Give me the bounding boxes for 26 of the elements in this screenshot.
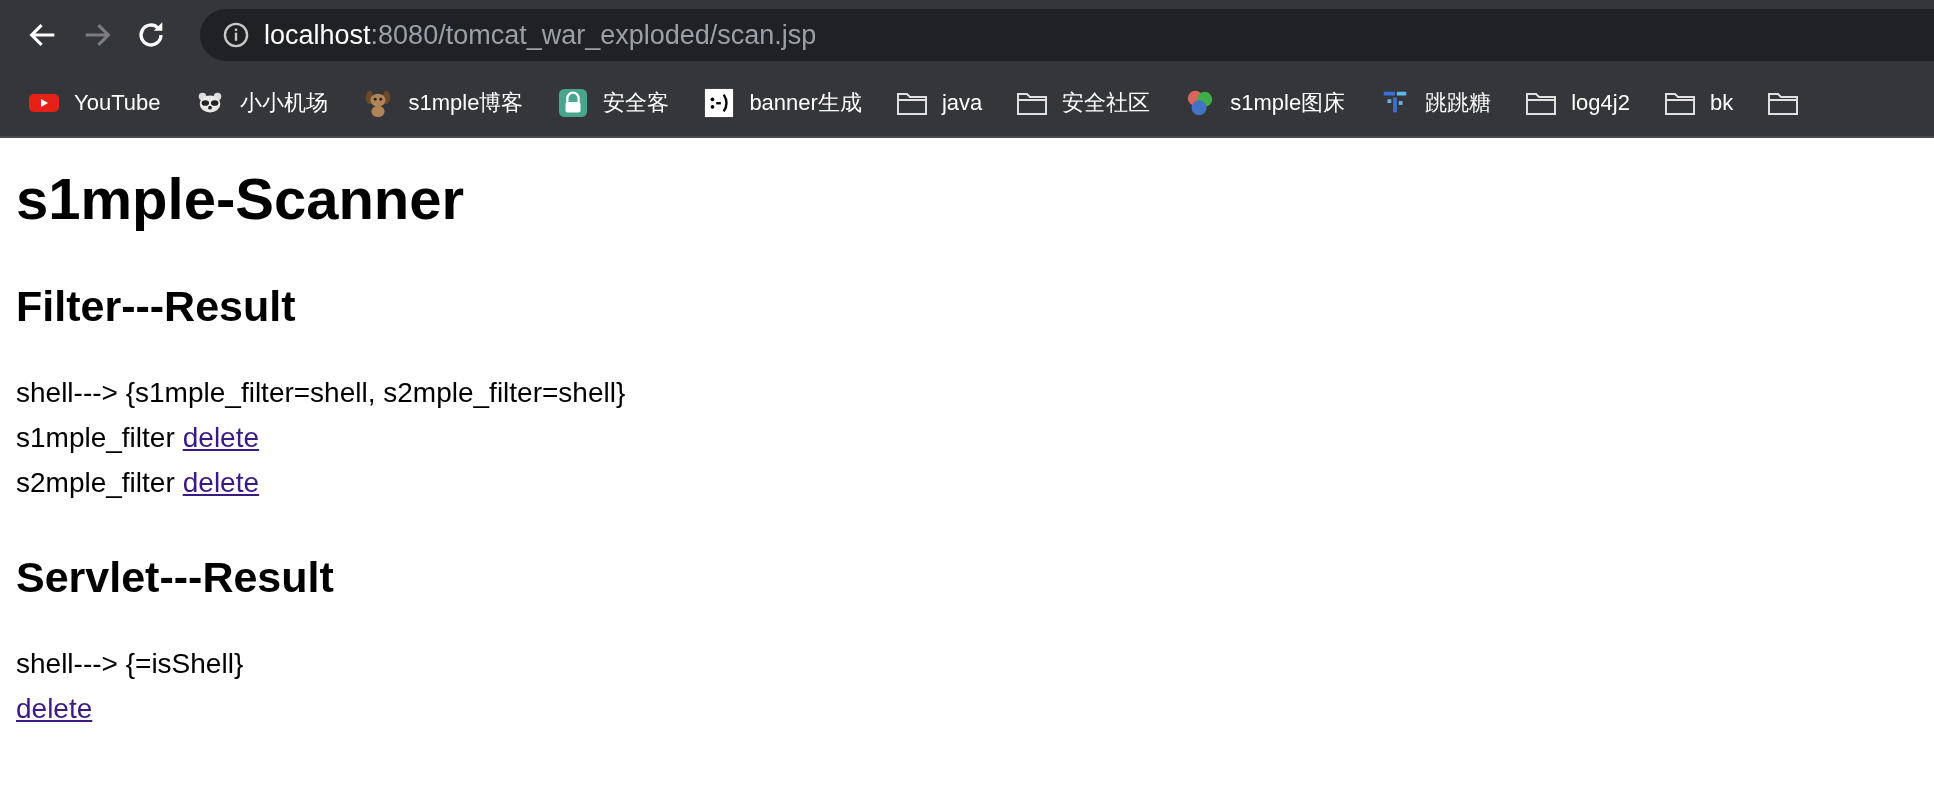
url-text: localhost:8080/tomcat_war_exploded/scan.jsp	[264, 19, 817, 51]
delete-link[interactable]: delete	[16, 686, 93, 731]
section-heading: Servlet---Result	[16, 552, 335, 603]
result-text: s1mple_filter	[16, 421, 175, 455]
page-title: s1mple-Scanner	[16, 165, 466, 233]
bookmark-label[interactable]: banner生成	[749, 88, 862, 118]
bookmark-label[interactable]: 跳跳糖	[1425, 88, 1492, 118]
delete-link[interactable]: delete	[182, 415, 260, 460]
bookmark-label[interactable]: 小小机场	[240, 88, 329, 118]
result-text: s2mple_filter	[16, 466, 175, 500]
bookmark-label[interactable]: log4j2	[1571, 90, 1630, 116]
lock-icon[interactable]	[557, 88, 590, 118]
bookmark-label[interactable]: bk	[1709, 90, 1734, 116]
bookmark-label[interactable]: 安全社区	[1062, 88, 1151, 118]
bookmark-label[interactable]: YouTube	[74, 90, 161, 116]
bookmark-label[interactable]: java	[941, 90, 983, 116]
delete-link[interactable]: delete	[182, 460, 260, 505]
address-bar[interactable]: localhost:8080/tomcat_war_exploded/scan.jsp	[200, 9, 1934, 61]
result-text: shell---> {=isShell}	[16, 647, 244, 681]
bookmark-label[interactable]: s1mple图床	[1230, 88, 1346, 118]
section-heading: Filter---Result	[16, 281, 297, 332]
bookmark-label[interactable]: s1mple博客	[408, 88, 524, 118]
info-icon[interactable]	[222, 21, 250, 49]
result-text: shell---> {s1mple_filter=shell, s2mple_filter=shell}	[16, 376, 626, 410]
bookmark-label[interactable]: 安全客	[603, 88, 670, 118]
smiley-icon[interactable]	[703, 88, 736, 118]
